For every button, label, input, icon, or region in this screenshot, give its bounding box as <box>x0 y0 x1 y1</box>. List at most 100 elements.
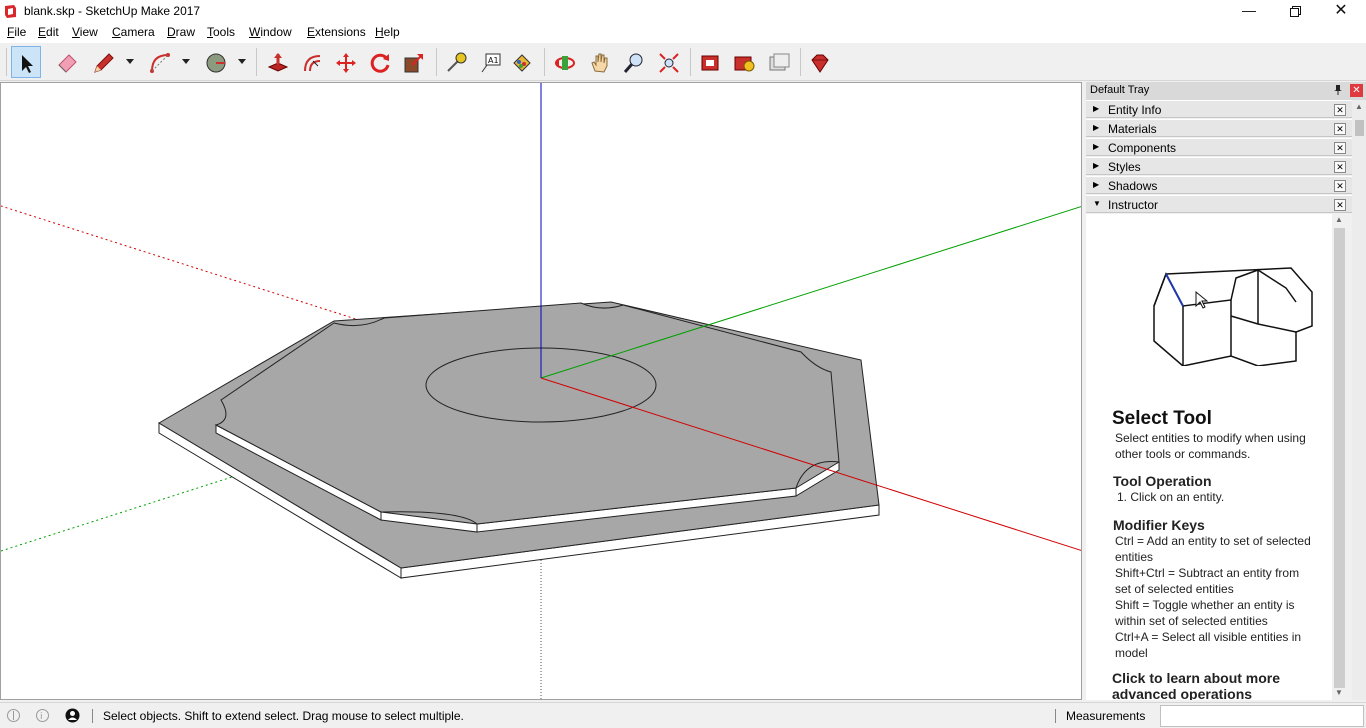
pencil-icon <box>94 53 114 73</box>
pan-tool-button[interactable] <box>585 46 615 78</box>
panel-styles[interactable]: ▶ Styles ✕ <box>1086 157 1352 175</box>
hand-pan-icon <box>591 53 608 73</box>
panel-instructor[interactable]: ▼ Instructor ✕ <box>1086 195 1352 213</box>
zoom-extents-icon <box>659 53 679 73</box>
tray-close-button[interactable]: ✕ <box>1350 84 1363 97</box>
eraser-icon <box>58 54 77 73</box>
panel-components[interactable]: ▶ Components ✕ <box>1086 138 1352 156</box>
scroll-down-arrow-icon[interactable]: ▼ <box>1335 688 1343 697</box>
panel-close-button[interactable]: ✕ <box>1334 123 1346 135</box>
user-account-icon[interactable] <box>65 708 80 723</box>
menu-edit[interactable]: Edit <box>38 25 59 39</box>
line-tool-button[interactable] <box>89 46 119 78</box>
instructor-scroll-thumb[interactable] <box>1334 228 1345 688</box>
paint-bucket-icon <box>513 54 531 72</box>
panel-close-button[interactable]: ✕ <box>1334 104 1346 116</box>
menu-help[interactable]: Help <box>375 25 400 39</box>
status-message: Select objects. Shift to extend select. … <box>103 709 464 723</box>
orbit-tool-button[interactable] <box>550 46 580 78</box>
minimize-button[interactable]: — <box>1226 0 1272 23</box>
window-title: blank.skp - SketchUp Make 2017 <box>24 4 201 18</box>
panel-label: Components <box>1108 141 1177 155</box>
line-dropdown-icon[interactable] <box>124 55 136 67</box>
measurements-separator <box>1055 709 1056 723</box>
status-separator <box>92 709 93 723</box>
zoom-tool-button[interactable] <box>619 46 649 78</box>
extension-warehouse-icon <box>734 56 755 72</box>
expand-arrow-icon: ▶ <box>1093 161 1100 170</box>
panel-label: Styles <box>1108 160 1141 174</box>
extension-warehouse-button[interactable] <box>729 46 759 78</box>
push-pull-tool-button[interactable] <box>263 46 293 78</box>
toolbar-separator <box>800 48 801 76</box>
rotate-icon <box>370 53 390 73</box>
text-label-icon: A1 <box>481 53 501 73</box>
cursor-arrow-icon <box>22 55 33 73</box>
credits-icon[interactable]: i <box>35 708 50 723</box>
offset-tool-button[interactable] <box>297 46 327 78</box>
pin-icon[interactable] <box>1332 84 1344 96</box>
menu-window[interactable]: Window <box>249 25 292 39</box>
panel-close-button[interactable]: ✕ <box>1334 161 1346 173</box>
expand-arrow-icon: ▶ <box>1093 180 1100 189</box>
menu-extensions[interactable]: Extensions <box>307 25 366 39</box>
menu-file[interactable]: File <box>7 25 26 39</box>
panel-shadows[interactable]: ▶ Shadows ✕ <box>1086 176 1352 194</box>
modifier-shift: Shift = Toggle whether an entity is with… <box>1115 598 1295 628</box>
panel-label: Instructor <box>1108 198 1159 212</box>
menu-draw[interactable]: Draw <box>167 25 195 39</box>
modifier-ctrl-a: Ctrl+A = Select all visible entities in … <box>1115 630 1302 660</box>
close-button[interactable]: ✕ <box>1318 0 1364 23</box>
restore-button[interactable] <box>1272 0 1318 23</box>
shapes-tool-button[interactable] <box>201 46 231 78</box>
rotate-tool-button[interactable] <box>365 46 395 78</box>
select-tool-button[interactable] <box>11 46 41 78</box>
text-tool-button[interactable]: A1 <box>476 46 506 78</box>
advanced-operations-link[interactable]: Click to learn about more advanced opera… <box>1112 670 1312 700</box>
panel-close-button[interactable]: ✕ <box>1334 142 1346 154</box>
panel-close-button[interactable]: ✕ <box>1334 199 1346 211</box>
move-icon <box>336 53 356 73</box>
eraser-tool-button[interactable] <box>52 46 82 78</box>
orbit-icon <box>555 56 575 70</box>
tape-measure-tool-button[interactable] <box>441 46 471 78</box>
layout-button[interactable] <box>764 46 794 78</box>
tray-header: Default Tray ✕ <box>1086 82 1366 100</box>
arc-dropdown-icon[interactable] <box>180 55 192 67</box>
instructor-scrollbar[interactable]: ▲ ▼ <box>1332 214 1347 700</box>
menu-view[interactable]: View <box>72 25 98 39</box>
zoom-extents-tool-button[interactable] <box>654 46 684 78</box>
model-viewport[interactable] <box>0 82 1082 700</box>
paint-bucket-tool-button[interactable] <box>507 46 537 78</box>
scroll-up-arrow-icon[interactable]: ▲ <box>1335 215 1343 224</box>
arc-icon <box>150 53 170 73</box>
tray-scrollbar[interactable]: ▲ <box>1352 100 1366 700</box>
warehouse-icon <box>701 55 719 71</box>
select-tool-illustration <box>1153 267 1313 366</box>
scale-tool-button[interactable] <box>399 46 429 78</box>
toolbar-separator <box>436 48 437 76</box>
status-bar: i Select objects. Shift to extend select… <box>0 702 1366 728</box>
scroll-up-arrow-icon[interactable]: ▲ <box>1355 102 1363 111</box>
expand-arrow-icon: ▶ <box>1093 123 1100 132</box>
move-tool-button[interactable] <box>331 46 361 78</box>
expand-arrow-icon: ▶ <box>1093 104 1100 113</box>
toolbar: A1 <box>0 43 1366 81</box>
tray-scroll-thumb[interactable] <box>1355 120 1364 136</box>
panel-entity-info[interactable]: ▶ Entity Info ✕ <box>1086 100 1352 118</box>
panel-close-button[interactable]: ✕ <box>1334 180 1346 192</box>
menu-tools[interactable]: Tools <box>207 25 235 39</box>
shapes-dropdown-icon[interactable] <box>236 55 248 67</box>
model-canvas[interactable] <box>1 83 1082 700</box>
geo-location-icon[interactable] <box>6 708 21 723</box>
instructor-title: Select Tool <box>1112 408 1212 429</box>
offset-icon <box>304 55 321 72</box>
menu-camera[interactable]: Camera <box>112 25 155 39</box>
measurements-input[interactable] <box>1160 705 1364 727</box>
sketchup-logo-icon <box>5 5 16 18</box>
panel-materials[interactable]: ▶ Materials ✕ <box>1086 119 1352 137</box>
tape-measure-icon <box>447 52 467 72</box>
extension-manager-button[interactable] <box>805 46 835 78</box>
arc-tool-button[interactable] <box>145 46 175 78</box>
3d-warehouse-button[interactable] <box>695 46 725 78</box>
